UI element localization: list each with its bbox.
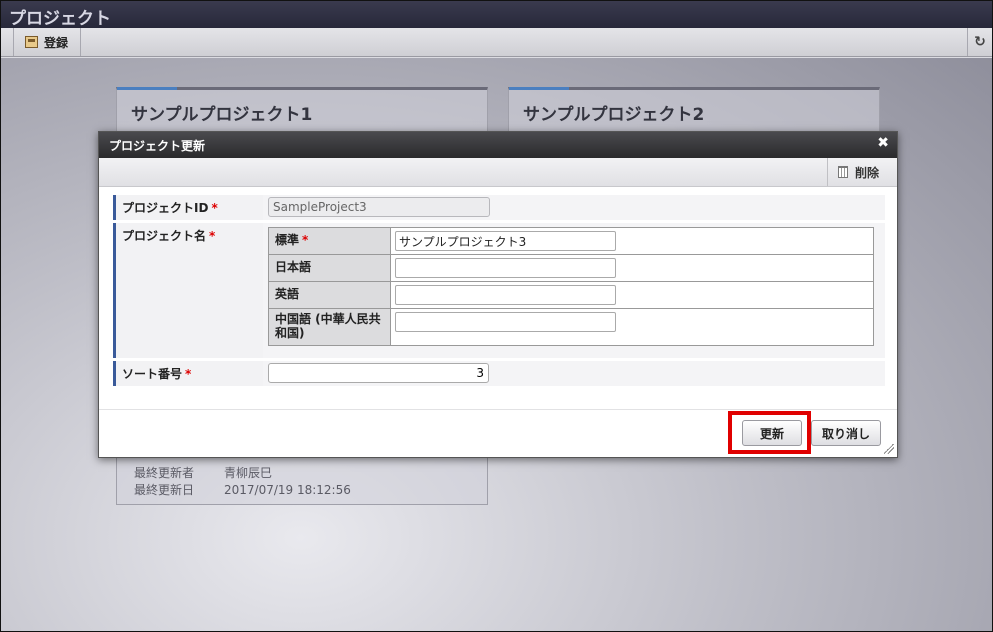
- card-title: サンプルプロジェクト1: [131, 105, 313, 125]
- register-icon: [25, 36, 38, 48]
- project-id-label-text: プロジェクトID: [122, 201, 209, 215]
- project-id-row: プロジェクトID *: [113, 195, 885, 220]
- name-chinese-input[interactable]: [395, 312, 616, 332]
- updated-at-row: 最終更新日 2017/07/19 18:12:56: [134, 481, 351, 498]
- resize-grip-icon[interactable]: [884, 444, 894, 454]
- project-name-label: プロジェクト名 *: [113, 223, 263, 358]
- project-name-row: プロジェクト名* 標準* 日本語 英語: [113, 223, 885, 358]
- locale-label-chinese: 中国語 (中華人民共和国): [268, 308, 391, 346]
- required-mark: *: [302, 233, 309, 247]
- app-title: プロジェクト: [1, 1, 992, 29]
- dialog-footer: 更新 取り消し: [99, 409, 897, 457]
- project-id-cell: [263, 195, 885, 220]
- sort-no-label: ソート番号 *: [113, 361, 263, 386]
- sort-no-input[interactable]: [268, 363, 489, 383]
- project-name-cell: 標準* 日本語 英語 中国語 (中華人民共和国): [263, 223, 885, 358]
- sort-no-row: ソート番号 *: [113, 361, 885, 386]
- cancel-button[interactable]: 取り消し: [811, 420, 881, 446]
- sort-no-cell: [263, 361, 885, 386]
- locale-label-japanese: 日本語: [268, 254, 391, 282]
- locale-value-cell: [390, 281, 874, 309]
- card-accent: [117, 87, 177, 90]
- app-window: プロジェクト 登録 ↻ サンプルプロジェクト1 サンプルプロジェクト2 最終更新…: [0, 0, 993, 632]
- locale-label-english: 英語: [268, 281, 391, 309]
- project-form: プロジェクトID* プロジェクト名* 標準*: [113, 195, 885, 389]
- locale-name-table: 標準* 日本語 英語 中国語 (中華人民共和国): [268, 227, 874, 346]
- updated-by-row: 最終更新者 青柳辰巳: [134, 464, 272, 481]
- sort-no-label-text: ソート番号: [122, 367, 183, 381]
- locale-value-cell: [390, 308, 874, 346]
- updated-by-label: 最終更新者: [134, 466, 195, 480]
- name-default-input[interactable]: [395, 231, 616, 251]
- register-button[interactable]: 登録: [15, 28, 78, 56]
- locale-value-cell: [390, 227, 874, 255]
- locale-row: 標準 *: [268, 227, 874, 255]
- toolbar-separator: [80, 28, 81, 56]
- locale-label-text: 標準: [275, 233, 300, 247]
- locale-label-default: 標準 *: [268, 227, 391, 255]
- register-label: 登録: [44, 35, 69, 50]
- project-id-label: プロジェクトID *: [113, 195, 263, 220]
- locale-value-cell: [390, 254, 874, 282]
- updated-by-value: 青柳辰巳: [224, 466, 273, 480]
- toolbar: 登録 ↻: [1, 28, 992, 57]
- trash-icon: [837, 166, 848, 178]
- updated-at-label: 最終更新日: [134, 483, 195, 497]
- toolbar-separator: [13, 28, 14, 56]
- delete-button[interactable]: 削除: [826, 158, 889, 186]
- updated-at-value: 2017/07/19 18:12:56: [224, 483, 351, 497]
- project-name-label-text: プロジェクト名: [122, 229, 207, 243]
- name-english-input[interactable]: [395, 285, 616, 305]
- card-title: サンプルプロジェクト2: [523, 105, 705, 125]
- card-accent: [509, 87, 569, 90]
- dialog-header: プロジェクト更新 ✖: [99, 132, 897, 158]
- required-mark: *: [211, 201, 218, 215]
- refresh-icon: ↻: [974, 34, 986, 50]
- required-mark: *: [209, 229, 216, 243]
- project-update-dialog: プロジェクト更新 ✖ 削除 プロジェクトID* プロジェクト名*: [98, 131, 898, 458]
- dialog-toolbar: 削除: [99, 158, 897, 187]
- project-id-field: [268, 197, 490, 217]
- delete-label: 削除: [854, 165, 879, 180]
- locale-row: 日本語: [268, 254, 874, 282]
- dialog-title: プロジェクト更新: [109, 139, 206, 153]
- locale-row: 中国語 (中華人民共和国): [268, 308, 874, 346]
- locale-row: 英語: [268, 281, 874, 309]
- name-japanese-input[interactable]: [395, 258, 616, 278]
- update-button[interactable]: 更新: [742, 420, 802, 446]
- refresh-button[interactable]: ↻: [968, 28, 992, 56]
- close-icon[interactable]: ✖: [877, 135, 889, 151]
- required-mark: *: [185, 367, 192, 381]
